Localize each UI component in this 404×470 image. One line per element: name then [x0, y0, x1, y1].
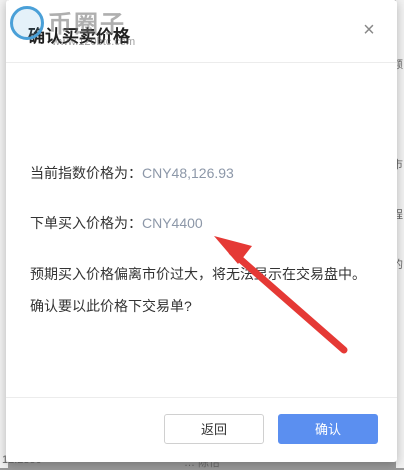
confirm-button[interactable]: 确认: [278, 414, 378, 444]
confirm-price-dialog: 确认买卖价格 × 当前指数价格为：CNY48,126.93 下单买入价格为：CN…: [6, 0, 397, 462]
watermark-url: www.120btc.com: [52, 36, 136, 48]
watermark-title: 币圈子: [48, 11, 126, 38]
dialog-footer: 返回 确认: [6, 397, 397, 462]
close-icon[interactable]: ×: [359, 20, 379, 40]
index-price-line: 当前指数价格为：CNY48,126.93: [30, 163, 234, 183]
order-price-value: CNY4400: [142, 215, 203, 231]
confirm-question: 确认要以此价格下交易单?: [30, 298, 192, 314]
order-price-line: 下单买入价格为：CNY4400: [30, 213, 203, 233]
warning-text: 预期买入价格偏离市价过大，将无法显示在交易盘中。: [30, 266, 366, 282]
back-button[interactable]: 返回: [164, 414, 264, 444]
watermark: 币圈子 www.120btc.com: [0, 0, 170, 60]
order-price-label: 下单买入价格为：: [30, 215, 142, 231]
index-price-value: CNY48,126.93: [142, 165, 234, 181]
index-price-label: 当前指数价格为：: [30, 165, 142, 181]
watermark-logo-icon: [10, 6, 44, 40]
